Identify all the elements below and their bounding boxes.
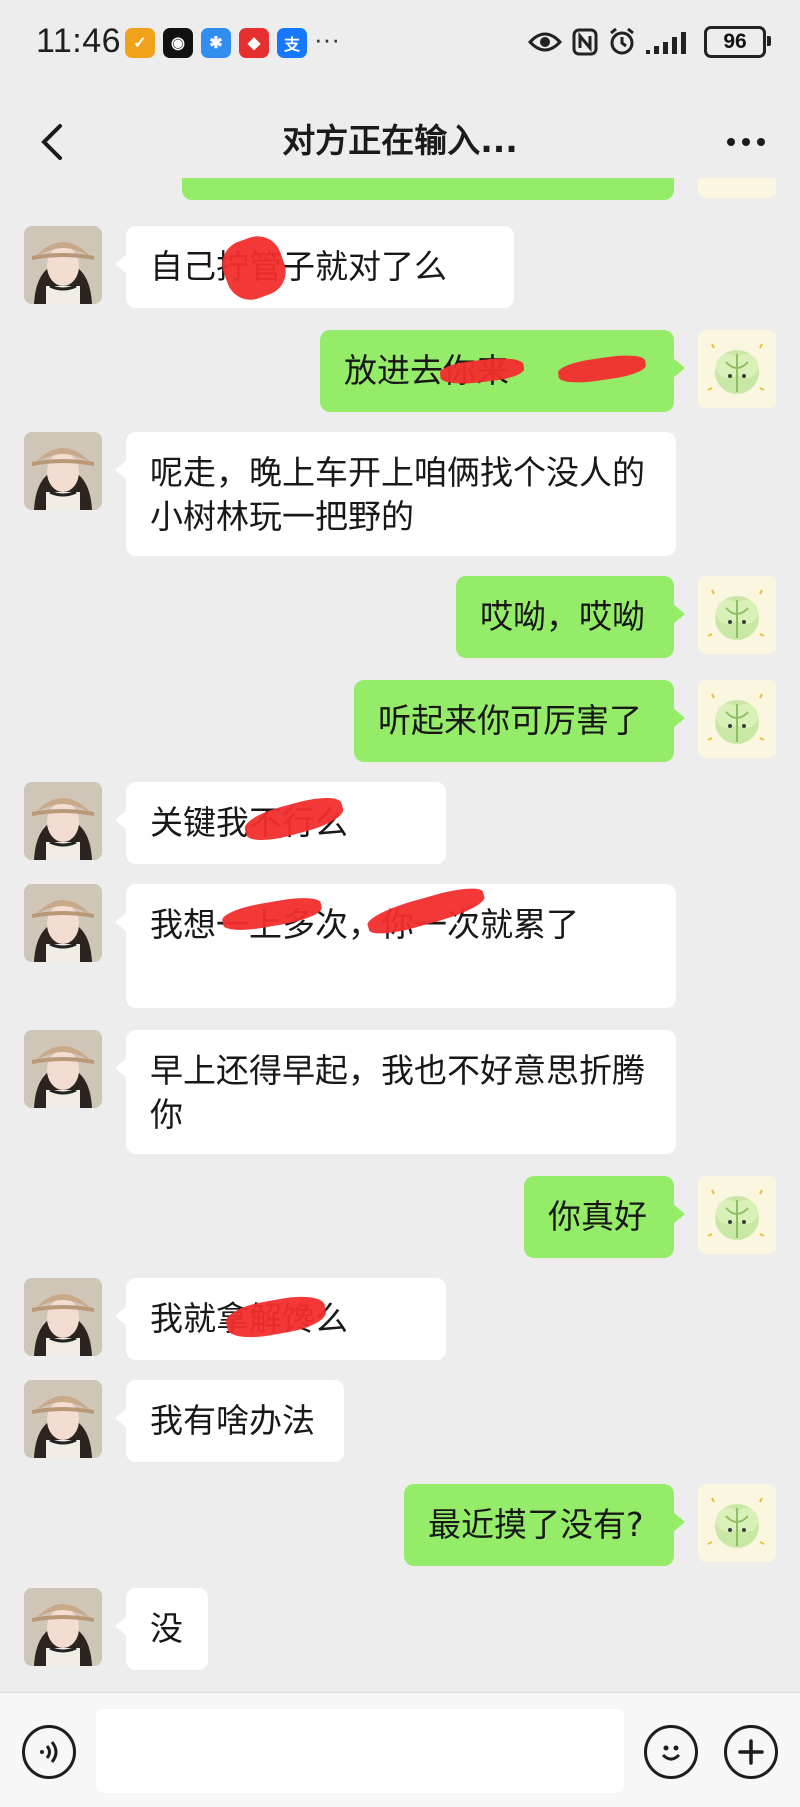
- app-icon-5: 支: [277, 28, 307, 58]
- chat-message-list[interactable]: 自己拧管子就对了么 放进去你来 呢走，晚上车开上咱俩找个没人的小树林玩一把野的 …: [0, 178, 800, 1692]
- message-bubble-received[interactable]: 呢走，晚上车开上咱俩找个没人的小树林玩一把野的: [115, 432, 676, 556]
- voice-input-button[interactable]: [22, 1725, 76, 1779]
- message-text: 我有啥办法: [150, 1401, 315, 1440]
- self-avatar[interactable]: [698, 1484, 776, 1562]
- chat-header: 对方正在输入...: [0, 92, 800, 190]
- plus-icon: [738, 1739, 764, 1765]
- alarm-icon: [610, 28, 634, 55]
- eye-icon: [528, 32, 562, 52]
- contact-avatar[interactable]: [24, 1588, 102, 1666]
- app-icon-4: ◆: [239, 28, 269, 58]
- message-bubble-received[interactable]: 关键我不行么: [115, 782, 446, 864]
- self-avatar[interactable]: [698, 1176, 776, 1254]
- message-bubble-received[interactable]: 自己拧管子就对了么: [115, 226, 514, 308]
- message-text: 哎呦，哎呦: [480, 597, 645, 636]
- self-avatar[interactable]: [698, 576, 776, 654]
- app-icon-2: ◉: [163, 28, 193, 58]
- contact-avatar[interactable]: [24, 1030, 102, 1108]
- message-bubble-received[interactable]: 早上还得早起，我也不好意思折腾你: [115, 1030, 676, 1154]
- message-text: 最近摸了没有?: [428, 1505, 644, 1544]
- more-functions-button[interactable]: [724, 1725, 778, 1779]
- message-text: 你真好: [548, 1197, 647, 1236]
- message-bubble-sent[interactable]: 你真好: [524, 1176, 685, 1258]
- contact-avatar[interactable]: [24, 432, 102, 510]
- message-bubble-received[interactable]: 我有啥办法: [115, 1380, 344, 1462]
- voice-icon: [40, 1741, 58, 1763]
- message-bubble-received[interactable]: 我想一上多次，你一次就累了: [115, 881, 676, 1008]
- more-dots-icon: [727, 138, 765, 146]
- redaction-mark: [215, 229, 293, 307]
- battery-indicator: 96: [704, 26, 771, 58]
- message-text: 自己拧管子就对了么: [150, 247, 447, 286]
- status-app-icons: ✓ ◉ ✱ ◆ 支: [125, 28, 307, 58]
- status-more-indicator: ···: [314, 24, 340, 54]
- message-bubble-sent[interactable]: 听起来你可厉害了: [354, 680, 685, 762]
- message-text: 早上还得早起，我也不好意思折腾你: [150, 1051, 645, 1134]
- emoji-button[interactable]: [644, 1725, 698, 1779]
- message-bubble-sent[interactable]: 哎呦，哎呦: [456, 576, 685, 658]
- status-time: 11:46: [36, 22, 122, 60]
- contact-avatar[interactable]: [24, 1278, 102, 1356]
- message-text: 没: [150, 1609, 183, 1648]
- status-right-group: 96: [528, 26, 771, 58]
- message-input[interactable]: [96, 1709, 624, 1793]
- message-bubble-sent[interactable]: 最近摸了没有?: [404, 1484, 685, 1566]
- message-input-bar: [0, 1692, 800, 1807]
- signal-icon: [646, 32, 686, 54]
- message-text: 我想一上多次，你一次就累了: [150, 905, 579, 944]
- contact-avatar[interactable]: [24, 1380, 102, 1458]
- nfc-icon: [572, 28, 598, 56]
- app-icon-3: ✱: [201, 28, 231, 58]
- app-icon-1: ✓: [125, 28, 155, 58]
- partial-avatar: [698, 178, 776, 198]
- message-bubble-received[interactable]: 我就拿解馋么: [115, 1278, 446, 1360]
- contact-avatar[interactable]: [24, 782, 102, 860]
- contact-avatar[interactable]: [24, 884, 102, 962]
- contact-avatar[interactable]: [24, 226, 102, 304]
- message-bubble-sent[interactable]: 放进去你来: [320, 330, 685, 412]
- redaction-mark: [556, 351, 648, 387]
- status-bar: 11:46 ✓ ◉ ✱ ◆ 支 ··· 96: [0, 0, 800, 92]
- message-bubble-received[interactable]: 没: [115, 1588, 208, 1670]
- self-avatar[interactable]: [698, 330, 776, 408]
- more-options-button[interactable]: [716, 112, 776, 172]
- page-title: 对方正在输入...: [282, 121, 518, 160]
- message-text: 呢走，晚上车开上咱俩找个没人的小树林玩一把野的: [150, 453, 645, 536]
- smiley-icon: [661, 1745, 681, 1761]
- message-text: 听起来你可厉害了: [378, 701, 642, 740]
- partial-message-bubble: [182, 178, 674, 200]
- self-avatar[interactable]: [698, 680, 776, 758]
